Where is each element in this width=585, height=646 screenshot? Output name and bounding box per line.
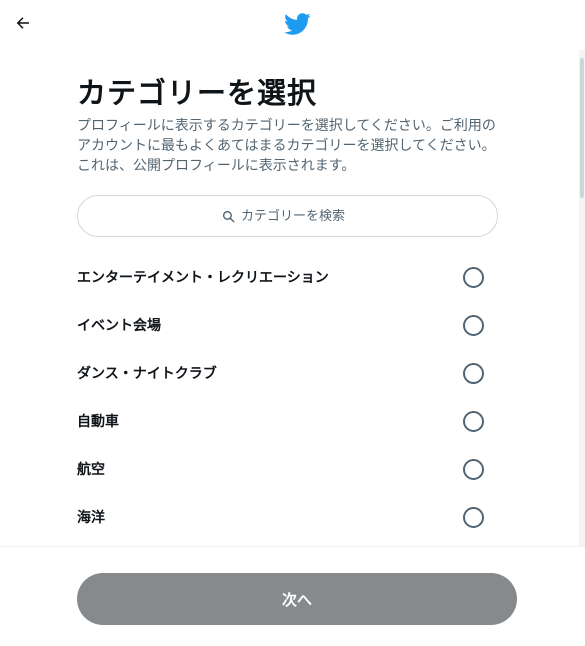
select-category-dialog: カテゴリーを選択 プロフィールに表示するカテゴリーを選択してください。ご利用のア… [0, 0, 585, 646]
footer: 次へ [0, 546, 585, 646]
list-item[interactable]: エンターテイメント・レクリエーション [77, 253, 498, 301]
search-input[interactable] [241, 208, 353, 224]
list-item[interactable]: イベント会場 [77, 301, 498, 349]
category-label: 航空 [77, 462, 105, 478]
list-item[interactable]: 自動車 [77, 397, 498, 445]
back-button[interactable] [8, 8, 38, 38]
content-area: カテゴリーを選択 プロフィールに表示するカテゴリーを選択してください。ご利用のア… [0, 50, 585, 546]
search-icon [222, 210, 235, 222]
category-label: 自動車 [77, 414, 119, 430]
scrollbar[interactable] [579, 50, 585, 546]
radio-button[interactable] [463, 266, 484, 288]
radio-button[interactable] [463, 362, 484, 384]
radio-button[interactable] [463, 506, 484, 528]
search-box[interactable] [77, 195, 498, 237]
category-label: イベント会場 [77, 318, 161, 334]
arrow-left-icon [16, 17, 29, 29]
next-button[interactable]: 次へ [77, 573, 517, 625]
category-label: 海洋 [77, 510, 105, 526]
radio-button[interactable] [463, 458, 484, 480]
twitter-bird-logo [284, 13, 311, 35]
list-item[interactable]: 航空 [77, 445, 498, 493]
radio-button[interactable] [463, 314, 484, 336]
category-label: エンターテイメント・レクリエーション [77, 270, 329, 286]
radio-button[interactable] [463, 410, 484, 432]
scrollbar-thumb[interactable] [580, 58, 584, 198]
category-list: エンターテイメント・レクリエーション イベント会場 ダンス・ナイトクラブ 自動車… [77, 253, 498, 541]
list-item[interactable]: ダンス・ナイトクラブ [77, 349, 498, 397]
page-title: カテゴリーを選択 [77, 76, 318, 110]
list-item[interactable]: 海洋 [77, 493, 498, 541]
top-bar [0, 0, 585, 50]
category-label: ダンス・ナイトクラブ [77, 366, 217, 382]
page-description: プロフィールに表示するカテゴリーを選択してください。ご利用のアカウントに最もよく… [77, 118, 496, 174]
